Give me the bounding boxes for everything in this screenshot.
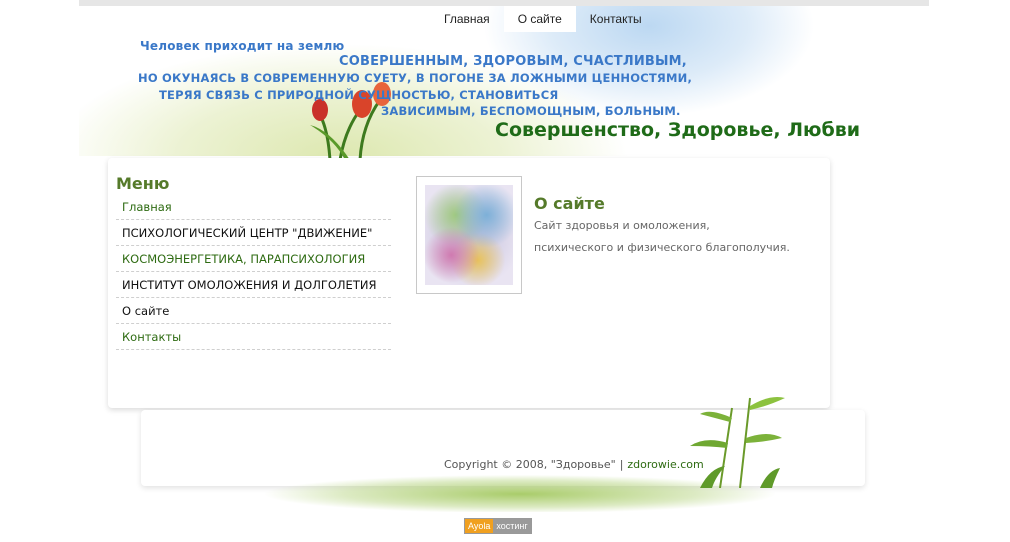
menu-item-about[interactable]: О сайте <box>116 298 391 324</box>
menu-title: Меню <box>116 174 170 193</box>
about-title: О сайте <box>534 194 605 213</box>
menu-item-contacts[interactable]: Контакты <box>116 324 391 350</box>
badge-brand: Ayola <box>465 519 494 533</box>
site-title: Совершенство, Здоровье, Любви <box>495 119 861 141</box>
about-image-frame <box>416 176 522 294</box>
side-menu: Главная ПСИХОЛОГИЧЕСКИЙ ЦЕНТР "ДВИЖЕНИЕ"… <box>116 194 391 350</box>
about-text-1: Сайт здоровья и омоложения, <box>534 219 710 232</box>
badge-hosting: хостинг <box>493 519 531 533</box>
bamboo-image <box>690 397 785 488</box>
slogan-line-3: НО ОКУНАЯСЬ В СОВРЕМЕННУЮ СУЕТУ, В ПОГОН… <box>138 71 693 85</box>
hosting-badge[interactable]: Ayola хостинг <box>464 518 532 534</box>
about-image <box>425 185 513 285</box>
slogan-line-5: ЗАВИСИМЫМ, БЕСПОМОЩНЫМ, БОЛЬНЫМ. <box>381 104 681 118</box>
nav-home[interactable]: Главная <box>430 6 504 32</box>
footer-copyright: Copyright © 2008, "Здоровье" | zdorowie.co… <box>444 458 704 471</box>
menu-item-psych-center[interactable]: ПСИХОЛОГИЧЕСКИЙ ЦЕНТР "ДВИЖЕНИЕ" <box>116 220 391 246</box>
footer-separator: | <box>619 458 624 471</box>
nav-contacts[interactable]: Контакты <box>576 6 656 32</box>
top-nav: Главная О сайте Контакты <box>430 6 656 32</box>
footer-site-link[interactable]: zdorowie.com <box>627 458 703 471</box>
menu-item-home[interactable]: Главная <box>116 194 391 220</box>
menu-item-rejuvenation-institute[interactable]: ИНСТИТУТ ОМОЛОЖЕНИЯ И ДОЛГОЛЕТИЯ <box>116 272 391 298</box>
nav-about[interactable]: О сайте <box>503 6 576 32</box>
about-text-2: психического и физического благополучия. <box>534 241 790 254</box>
copyright-text: Copyright © 2008, "Здоровье" <box>444 458 616 471</box>
slogan-line-2: СОВЕРШЕННЫМ, ЗДОРОВЫМ, СЧАСТЛИВЫМ, <box>339 54 687 69</box>
slogan-line-4: ТЕРЯЯ СВЯЗЬ С ПРИРОДНОЙ СУЩНОСТЬЮ, СТАНО… <box>159 88 559 102</box>
menu-item-cosmoenergetics[interactable]: КОСМОЭНЕРГЕТИКА, ПАРАПСИХОЛОГИЯ <box>116 246 391 272</box>
slogan-line-1: Человек приходит на землю <box>140 39 345 53</box>
